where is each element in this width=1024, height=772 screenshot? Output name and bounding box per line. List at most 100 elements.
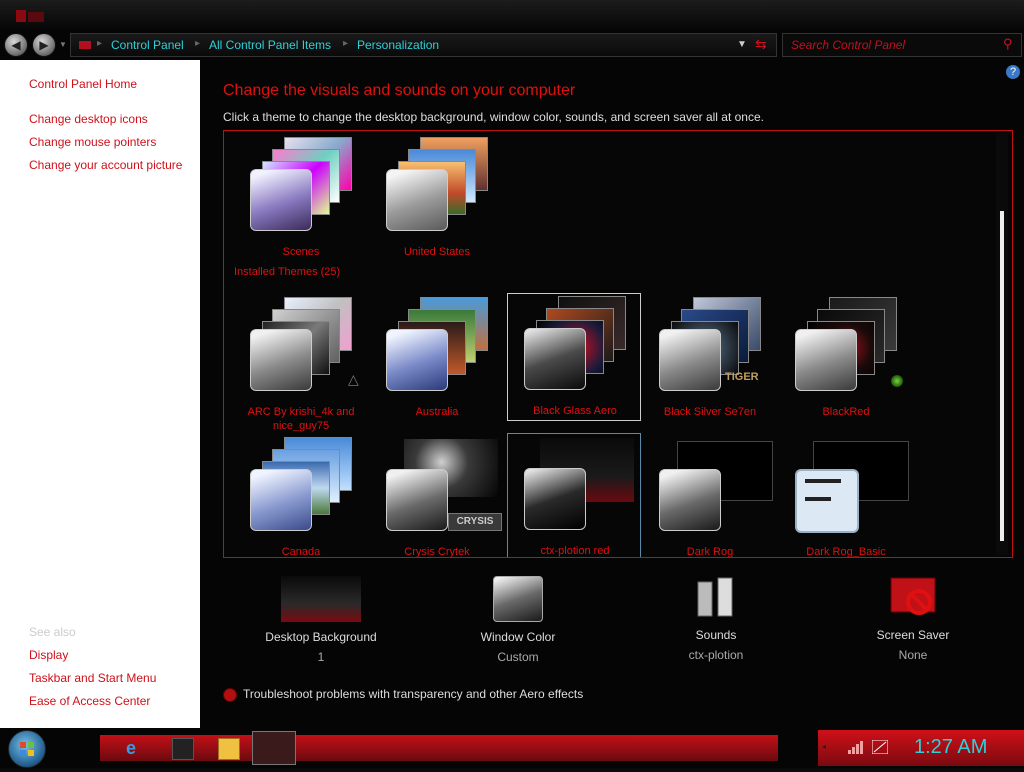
color-swatch — [524, 328, 586, 390]
theme-tile-dark-rog[interactable]: Dark Rog — [643, 435, 777, 558]
theme-label: Black Silver Se7en — [663, 406, 757, 418]
crumb-separator-icon: ▸ — [195, 38, 201, 49]
theme-label: ctx-plotion red — [540, 545, 610, 557]
sounds-button[interactable]: Sounds ctx-plotion — [651, 568, 781, 662]
color-swatch — [795, 329, 857, 391]
theme-tile-united-states[interactable]: United States — [370, 135, 504, 263]
media-player-icon[interactable] — [218, 738, 240, 760]
color-swatch — [386, 469, 448, 531]
address-dropdown-icon[interactable]: ▼ — [737, 39, 747, 50]
internet-explorer-icon[interactable]: e — [126, 738, 146, 758]
forward-button[interactable]: ▶ — [32, 33, 56, 57]
color-swatch — [250, 469, 312, 531]
troubleshoot-icon — [223, 687, 237, 702]
crysis-thumbnail-text: CRYSIS — [448, 513, 502, 531]
taskbar-band — [100, 735, 778, 761]
network-icon[interactable] — [872, 740, 888, 754]
troubleshoot-link[interactable]: Troubleshoot problems with transparency … — [223, 687, 583, 702]
color-swatch — [250, 169, 312, 231]
theme-tile-black-silver-se7en[interactable]: TIGER Black Silver Se7en — [643, 295, 777, 423]
address-field[interactable]: ▸ Control Panel ▸ All Control Panel Item… — [70, 33, 777, 57]
theme-tile-crysis-crytek[interactable]: CRYSIS Crysis Crytek — [370, 435, 504, 558]
theme-label: ARC By krishi_4k and nice_guy75 — [247, 406, 355, 432]
sidebar-link-control-panel-home[interactable]: Control Panel Home — [29, 77, 137, 91]
signal-icon[interactable] — [848, 740, 864, 754]
sidebar: Control Panel Home Change desktop icons … — [0, 60, 200, 728]
theme-label: Black Glass Aero — [533, 405, 617, 417]
theme-label: Crysis Crytek — [404, 546, 470, 558]
window-color-icon — [493, 576, 543, 622]
basic-window-icon — [795, 469, 859, 533]
theme-label: Dark Rog_Basic — [806, 546, 886, 558]
crumb-separator-icon: ▸ — [343, 38, 349, 49]
desktop-background-icon — [281, 576, 361, 622]
theme-label: Scenes — [282, 246, 320, 258]
desktop-background-button[interactable]: Desktop Background 1 — [256, 568, 386, 664]
theme-tile-australia[interactable]: Australia — [370, 295, 504, 423]
theme-tile-dark-rog-basic[interactable]: Dark Rog_Basic — [779, 435, 913, 558]
android-badge-icon — [891, 375, 903, 387]
window-color-button[interactable]: Window Color Custom — [453, 568, 583, 664]
clock[interactable]: 1:27 AM — [914, 736, 987, 759]
theme-label: Australia — [415, 406, 459, 418]
back-button[interactable]: ◀ — [4, 33, 28, 57]
windows-logo-icon — [20, 742, 34, 756]
theme-label: Canada — [281, 546, 321, 558]
theme-label: BlackRed — [822, 406, 870, 418]
sidebar-link-display[interactable]: Display — [29, 648, 68, 662]
color-swatch — [659, 329, 721, 391]
color-swatch — [659, 469, 721, 531]
control-panel-icon — [16, 8, 48, 24]
troubleshoot-text: Troubleshoot problems with transparency … — [243, 687, 584, 701]
sidebar-link-desktop-icons[interactable]: Change desktop icons — [29, 112, 148, 126]
sidebar-link-taskbar[interactable]: Taskbar and Start Menu — [29, 671, 156, 685]
tool-value: Custom — [497, 650, 539, 664]
show-hidden-icons-icon[interactable]: ◂ — [822, 742, 826, 751]
installed-themes-label: Installed Themes (25) — [234, 266, 341, 278]
theme-gallery: Scenes United States Installed Themes (2… — [223, 130, 1013, 558]
main-content: ? Change the visuals and sounds on your … — [200, 60, 1024, 728]
screen-saver-icon — [889, 576, 937, 620]
page-title: Change the visuals and sounds on your co… — [223, 82, 576, 99]
color-swatch — [386, 329, 448, 391]
sounds-icon — [692, 576, 740, 620]
search-input[interactable] — [789, 36, 1003, 54]
control-panel-taskbar-button[interactable] — [252, 731, 296, 765]
tool-label: Window Color — [480, 630, 556, 644]
screen-saver-button[interactable]: Screen Saver None — [848, 568, 978, 662]
tool-label: Screen Saver — [876, 628, 950, 642]
crumb-control-panel[interactable]: Control Panel — [111, 38, 184, 52]
page-description: Click a theme to change the desktop back… — [223, 110, 764, 124]
crumb-separator-icon: ▸ — [97, 38, 103, 49]
sidebar-link-account-picture[interactable]: Change your account picture — [29, 158, 182, 172]
refresh-icon[interactable]: ⇆ — [755, 36, 767, 53]
theme-tile-ctx-plotion-red[interactable]: ctx-plotion red — [507, 433, 641, 557]
color-swatch — [386, 169, 448, 231]
crumb-all-items[interactable]: All Control Panel Items — [209, 38, 331, 52]
tool-value: ctx-plotion — [688, 648, 744, 662]
triangle-logo-icon: △ — [348, 371, 359, 387]
tiger-thumbnail-text: TIGER — [725, 371, 759, 383]
search-box[interactable]: ⚲ — [782, 33, 1022, 57]
title-bar — [0, 0, 1024, 30]
sidebar-link-mouse-pointers[interactable]: Change mouse pointers — [29, 135, 156, 149]
theme-tile-black-glass-aero[interactable]: Black Glass Aero — [507, 293, 641, 421]
crumb-personalization[interactable]: Personalization — [357, 38, 439, 52]
sidebar-link-ease-of-access[interactable]: Ease of Access Center — [29, 694, 150, 708]
help-icon[interactable]: ? — [1006, 65, 1020, 79]
control-panel-crumb-icon — [79, 41, 91, 49]
tool-label: Desktop Background — [265, 630, 377, 644]
explorer-icon[interactable] — [172, 738, 194, 760]
theme-tile-canada[interactable]: Canada — [234, 435, 368, 558]
recent-pages-chevron-icon[interactable]: ▼ — [59, 40, 67, 49]
search-icon[interactable]: ⚲ — [1003, 36, 1013, 52]
scrollbar-thumb[interactable] — [1000, 211, 1004, 541]
tool-value: None — [898, 648, 928, 662]
theme-tile-scenes[interactable]: Scenes — [234, 135, 368, 263]
theme-tile-blackred[interactable]: BlackRed — [779, 295, 913, 423]
theme-tile-arc[interactable]: △ ARC By krishi_4k and nice_guy75 — [234, 295, 368, 432]
theme-label: Dark Rog — [686, 546, 734, 558]
taskbar: e ◂ 1:27 AM — [0, 728, 1024, 768]
see-also-heading: See also — [29, 625, 76, 639]
start-button[interactable] — [8, 730, 46, 768]
